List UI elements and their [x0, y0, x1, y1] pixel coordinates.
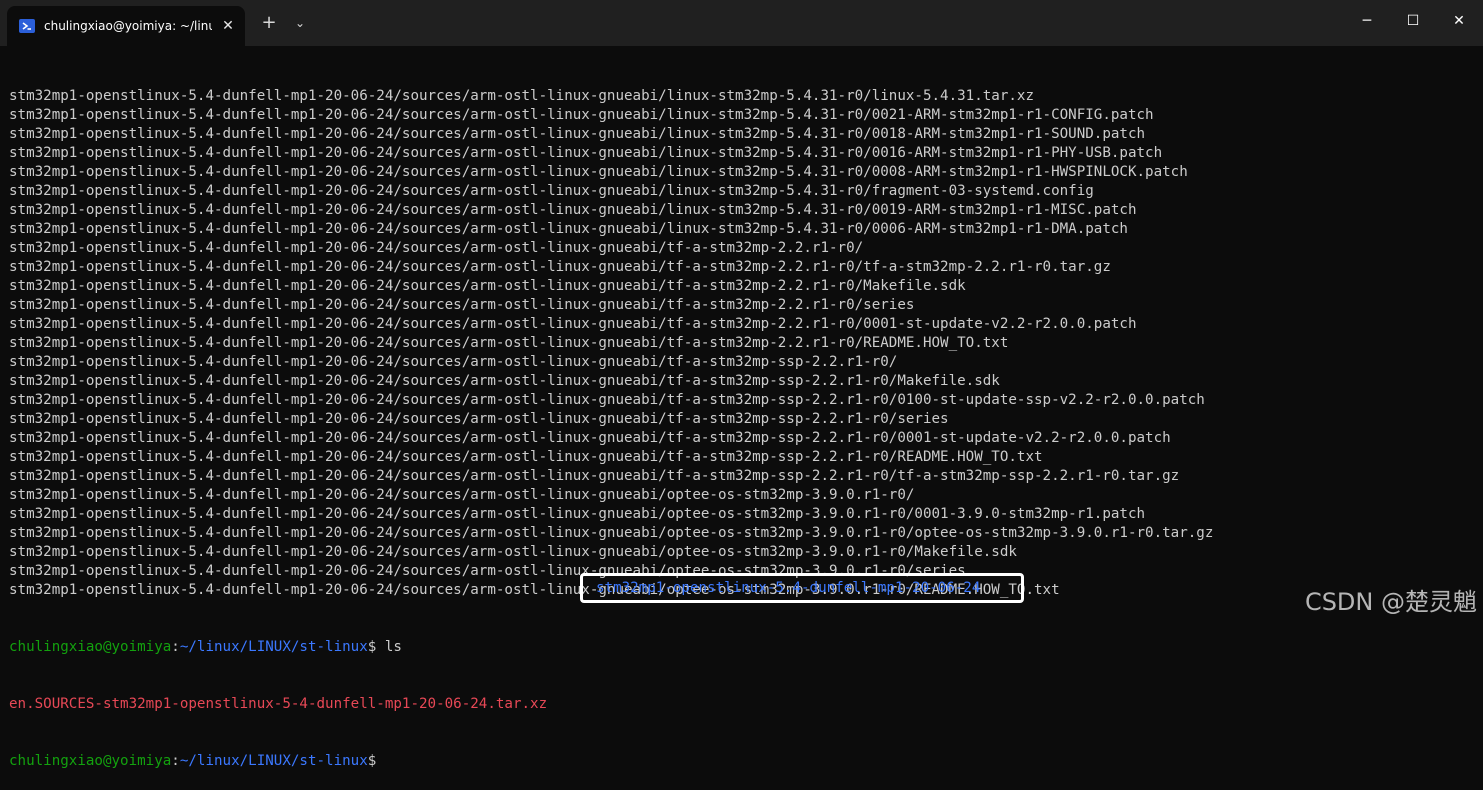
output-line: stm32mp1-openstlinux-5.4-dunfell-mp1-20-… — [9, 88, 1034, 104]
output-line: stm32mp1-openstlinux-5.4-dunfell-mp1-20-… — [9, 449, 1043, 465]
watermark: CSDN @楚灵魈 — [1304, 588, 1477, 616]
new-tab-button[interactable]: + — [258, 12, 280, 34]
prompt-symbol: $ — [367, 639, 377, 655]
output-line: stm32mp1-openstlinux-5.4-dunfell-mp1-20-… — [9, 183, 1094, 199]
prompt-user-host: chulingxiao@yoimiya — [9, 639, 172, 655]
output-line: stm32mp1-openstlinux-5.4-dunfell-mp1-20-… — [9, 487, 915, 503]
prompt-symbol: $ — [367, 753, 377, 769]
output-line: stm32mp1-openstlinux-5.4-dunfell-mp1-20-… — [9, 278, 966, 294]
output-line: stm32mp1-openstlinux-5.4-dunfell-mp1-20-… — [9, 411, 949, 427]
output-line: stm32mp1-openstlinux-5.4-dunfell-mp1-20-… — [9, 354, 898, 370]
output-line: stm32mp1-openstlinux-5.4-dunfell-mp1-20-… — [9, 430, 1171, 446]
output-line: stm32mp1-openstlinux-5.4-dunfell-mp1-20-… — [9, 544, 1017, 560]
tab-title: chulingxiao@yoimiya: ~/linux — [44, 19, 212, 33]
output-line: stm32mp1-openstlinux-5.4-dunfell-mp1-20-… — [9, 335, 1009, 351]
output-line: stm32mp1-openstlinux-5.4-dunfell-mp1-20-… — [9, 240, 864, 256]
output-line: stm32mp1-openstlinux-5.4-dunfell-mp1-20-… — [9, 392, 1205, 408]
output-line: stm32mp1-openstlinux-5.4-dunfell-mp1-20-… — [9, 468, 1180, 484]
output-line: stm32mp1-openstlinux-5.4-dunfell-mp1-20-… — [9, 107, 1154, 123]
prompt-separator: : — [171, 753, 180, 769]
prompt-line: chulingxiao@yoimiya:~/linux/LINUX/st-lin… — [9, 638, 1479, 657]
archive-file: en.SOURCES-stm32mp1-openstlinux-5-4-dunf… — [9, 696, 548, 712]
maximize-button[interactable]: ☐ — [1390, 0, 1436, 42]
output-line: stm32mp1-openstlinux-5.4-dunfell-mp1-20-… — [9, 297, 915, 313]
close-window-button[interactable]: ✕ — [1436, 0, 1482, 42]
terminal-tab[interactable]: chulingxiao@yoimiya: ~/linux ✕ — [7, 6, 245, 46]
command-text: ls — [376, 639, 402, 655]
chevron-down-icon[interactable]: ⌄ — [290, 12, 310, 34]
minimize-button[interactable]: ─ — [1344, 0, 1390, 42]
ls-output-line: en.SOURCES-stm32mp1-openstlinux-5-4-dunf… — [9, 695, 1479, 714]
prompt-path: ~/linux/LINUX/st-linux — [179, 753, 368, 769]
output-line: stm32mp1-openstlinux-5.4-dunfell-mp1-20-… — [9, 202, 1137, 218]
output-line: stm32mp1-openstlinux-5.4-dunfell-mp1-20-… — [9, 145, 1163, 161]
output-line: stm32mp1-openstlinux-5.4-dunfell-mp1-20-… — [9, 525, 1214, 541]
terminal-output[interactable]: stm32mp1-openstlinux-5.4-dunfell-mp1-20-… — [9, 49, 1479, 769]
prompt-separator: : — [171, 639, 180, 655]
powershell-terminal-icon — [19, 19, 35, 33]
highlighted-directory: stm32mp1-openstlinux-5.4-dunfell-mp1-20-… — [580, 573, 1024, 603]
output-line: stm32mp1-openstlinux-5.4-dunfell-mp1-20-… — [9, 164, 1188, 180]
output-line: stm32mp1-openstlinux-5.4-dunfell-mp1-20-… — [9, 221, 1128, 237]
output-line: stm32mp1-openstlinux-5.4-dunfell-mp1-20-… — [9, 259, 1111, 275]
output-line: stm32mp1-openstlinux-5.4-dunfell-mp1-20-… — [9, 316, 1137, 332]
output-lines: stm32mp1-openstlinux-5.4-dunfell-mp1-20-… — [9, 87, 1479, 600]
prompt-line-current: chulingxiao@yoimiya:~/linux/LINUX/st-lin… — [9, 752, 1479, 771]
close-tab-icon[interactable]: ✕ — [219, 17, 237, 35]
output-line: stm32mp1-openstlinux-5.4-dunfell-mp1-20-… — [9, 373, 1000, 389]
directory-entry: stm32mp1-openstlinux-5.4-dunfell-mp1-20-… — [596, 580, 981, 596]
output-line: stm32mp1-openstlinux-5.4-dunfell-mp1-20-… — [9, 506, 1146, 522]
title-bar: chulingxiao@yoimiya: ~/linux ✕ + ⌄ ─ ☐ ✕ — [0, 0, 1483, 46]
prompt-user-host: chulingxiao@yoimiya — [9, 753, 172, 769]
prompt-path: ~/linux/LINUX/st-linux — [179, 639, 368, 655]
output-line: stm32mp1-openstlinux-5.4-dunfell-mp1-20-… — [9, 126, 1146, 142]
